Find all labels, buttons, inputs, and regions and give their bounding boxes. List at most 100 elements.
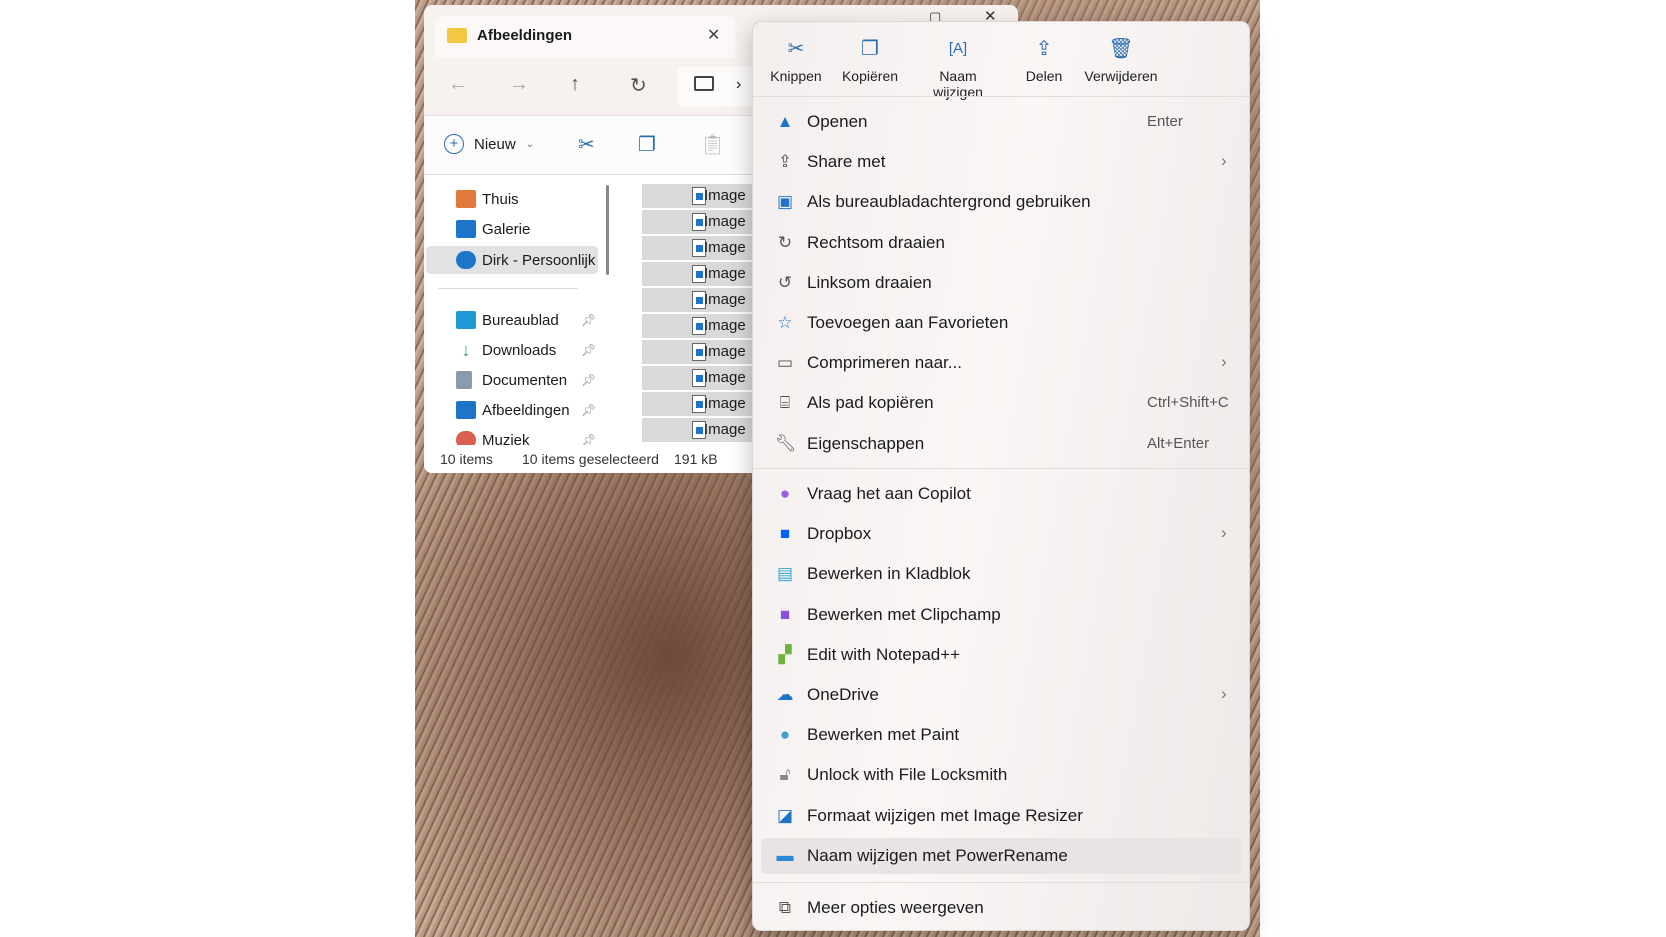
menu-item-label: Edit with Notepad++ <box>807 644 961 664</box>
menu-item-als-pad-kopi-ren[interactable]: ⌸ Als pad kopiëren Ctrl+Shift+C <box>761 385 1241 421</box>
chevron-right-icon: › <box>1221 684 1227 703</box>
breadcrumb-chevron-icon[interactable]: › <box>736 76 741 94</box>
menu-item-als-bureaubladachtergrond-gebruiken[interactable]: ▣ Als bureaubladachtergrond gebruiken <box>761 184 1241 220</box>
file-row[interactable]: Image <box>642 236 762 260</box>
nav-label: Galerie <box>482 220 531 238</box>
onedrive-icon: ☁ <box>776 685 794 704</box>
cut-icon[interactable]: ✂ <box>578 132 595 157</box>
nav-label: Dirk - Persoonlijk <box>482 251 596 269</box>
menu-item-onedrive[interactable]: ☁ OneDrive › <box>761 677 1241 713</box>
menu-item-naam-wijzigen-met-powerrename[interactable]: ▬ Naam wijzigen met PowerRename <box>761 837 1241 874</box>
menu-item-label: Vraag het aan Copilot <box>807 484 971 503</box>
menu-item-label: Openen <box>807 112 868 131</box>
copy-icon[interactable]: ❐ <box>638 132 656 157</box>
file-row[interactable]: Image <box>642 418 762 442</box>
desktop-icon <box>456 311 476 329</box>
kopiëren-button[interactable]: ❐ Kopiëren <box>825 34 915 84</box>
menu-item-label: Comprimeren naar... <box>807 353 962 373</box>
menu-item-eigenschappen[interactable]: 🔧︎ Eigenschappen Alt+Enter <box>761 426 1241 462</box>
menu-item-label: Bewerken met Paint <box>807 725 960 745</box>
file-row[interactable]: Image <box>642 288 762 312</box>
nav-item-documenten[interactable]: Documenten 📌︎ <box>424 366 604 394</box>
notepad-icon: ▤ <box>776 564 794 584</box>
menu-item-comprimeren-naar[interactable]: ▭ Comprimeren naar... › <box>761 345 1241 381</box>
menu-item-edit-with-notepad[interactable]: ▞ Edit with Notepad++ <box>761 637 1241 673</box>
menu-item-label: Toevoegen aan Favorieten <box>807 313 1009 332</box>
menu-item-rechtsom-draaien[interactable]: ↻ Rechtsom draaien <box>761 225 1241 261</box>
nav-label: Documenten <box>482 371 568 389</box>
menu-item-label: Als pad kopiëren <box>807 393 934 413</box>
refresh-icon[interactable]: ↻ <box>630 73 647 98</box>
menu-separator <box>753 882 1249 883</box>
powerrename-icon: ▬ <box>776 845 794 865</box>
nav-divider <box>438 288 578 289</box>
verwijderen-button[interactable]: 🗑︎ Verwijderen <box>1076 34 1166 84</box>
up-icon[interactable]: ↑ <box>570 73 580 96</box>
file-row[interactable]: Image <box>642 366 762 390</box>
file-row[interactable]: Image <box>642 340 762 364</box>
file-name: Image <box>704 265 746 282</box>
menu-item-label: Linksom draaien <box>807 272 932 292</box>
forward-icon[interactable]: → <box>509 73 529 96</box>
nav-label: Bureaublad <box>482 311 559 329</box>
menu-item-label: Dropbox <box>807 524 872 544</box>
delete-icon: 🗑︎ <box>1108 38 1134 60</box>
menu-separator <box>753 468 1249 469</box>
menu-item-bewerken-in-kladblok[interactable]: ▤ Bewerken in Kladblok <box>761 556 1241 592</box>
nav-item-afbeeldingen[interactable]: Afbeeldingen 📌︎ <box>424 396 604 424</box>
wallpaper-icon: ▣ <box>776 192 794 212</box>
menu-item-vraag-het-aan-copilot[interactable]: ● Vraag het aan Copilot <box>761 476 1241 512</box>
file-name: Image <box>704 395 746 412</box>
file-name: Image <box>704 239 746 256</box>
file-row[interactable]: Image <box>642 210 762 234</box>
selected-count: 10 items geselecteerd <box>522 451 659 467</box>
paint-icon: ● <box>779 725 791 745</box>
naam-wijzigen-button[interactable]: [A] Naam wijzigen <box>913 34 1003 100</box>
menu-item-formaat-wijzigen-met-image-resizer[interactable]: ◪ Formaat wijzigen met Image Resizer <box>761 798 1241 834</box>
tab-afbeeldingen[interactable]: Afbeeldingen ✕ <box>435 16 735 58</box>
close-tab-icon[interactable]: ✕ <box>707 25 720 45</box>
pin-icon: 📌︎ <box>581 313 597 327</box>
more-options-icon: ⧉ <box>778 898 792 917</box>
toolbar-label: Verwijderen <box>1084 68 1158 84</box>
star-icon: ☆ <box>777 313 793 332</box>
menu-item-unlock-with-file-locksmith[interactable]: 🔓︎ Unlock with File Locksmith <box>761 757 1241 793</box>
this-pc-icon <box>694 76 714 91</box>
nav-scrollbar[interactable] <box>606 185 609 275</box>
file-row[interactable]: Image <box>642 314 762 338</box>
menu-item-linksom-draaien[interactable]: ↺ Linksom draaien <box>761 265 1241 301</box>
menu-item-openen[interactable]: ▲ Openen Enter <box>761 104 1241 140</box>
menu-item-label: Als bureaubladachtergrond gebruiken <box>807 192 1091 212</box>
menu-item-dropbox[interactable]: ■ Dropbox › <box>761 516 1241 552</box>
file-row[interactable]: Image <box>642 184 762 208</box>
file-name: Image <box>704 369 746 386</box>
rename-icon: [A] <box>948 40 968 57</box>
nav-item-thuis[interactable]: Thuis <box>424 185 604 213</box>
copilot-icon: ● <box>779 484 791 503</box>
toolbar-label: Kopiëren <box>841 68 899 84</box>
nav-item-bureaublad[interactable]: Bureaublad 📌︎ <box>424 306 604 334</box>
file-row[interactable]: Image <box>642 262 762 286</box>
file-name: Image <box>704 291 746 308</box>
shortcut-text: Enter <box>1147 113 1183 130</box>
paste-icon[interactable]: 📋︎ <box>700 132 725 157</box>
nav-item-dirk-persoonlijk[interactable]: Dirk - Persoonlijk <box>426 246 598 274</box>
nav-item-galerie[interactable]: Galerie <box>424 215 604 243</box>
shortcut-text: Ctrl+Shift+C <box>1147 394 1229 412</box>
plus-icon: + <box>444 134 464 154</box>
menu-item-bewerken-met-clipchamp[interactable]: ■ Bewerken met Clipchamp <box>761 597 1241 633</box>
back-icon[interactable]: ← <box>448 73 468 96</box>
pin-icon: 📌︎ <box>581 403 597 417</box>
nav-item-downloads[interactable]: ↓ Downloads 📌︎ <box>424 336 604 364</box>
menu-item-bewerken-met-paint[interactable]: ● Bewerken met Paint <box>761 717 1241 753</box>
menu-item-toevoegen-aan-favorieten[interactable]: ☆ Toevoegen aan Favorieten <box>761 305 1241 341</box>
zip-folder-icon: ▭ <box>776 353 794 373</box>
file-name: Image <box>704 421 746 438</box>
menu-item-meer-opties[interactable]: ⧉ Meer opties weergeven <box>761 890 1241 926</box>
item-count: 10 items <box>440 451 493 467</box>
new-button[interactable]: + Nieuw ⌄ <box>444 134 534 154</box>
file-name: Image <box>704 213 746 230</box>
copy-path-icon: ⌸ <box>779 393 791 413</box>
menu-item-share-met[interactable]: ⇪ Share met › <box>761 144 1241 180</box>
file-row[interactable]: Image <box>642 392 762 416</box>
